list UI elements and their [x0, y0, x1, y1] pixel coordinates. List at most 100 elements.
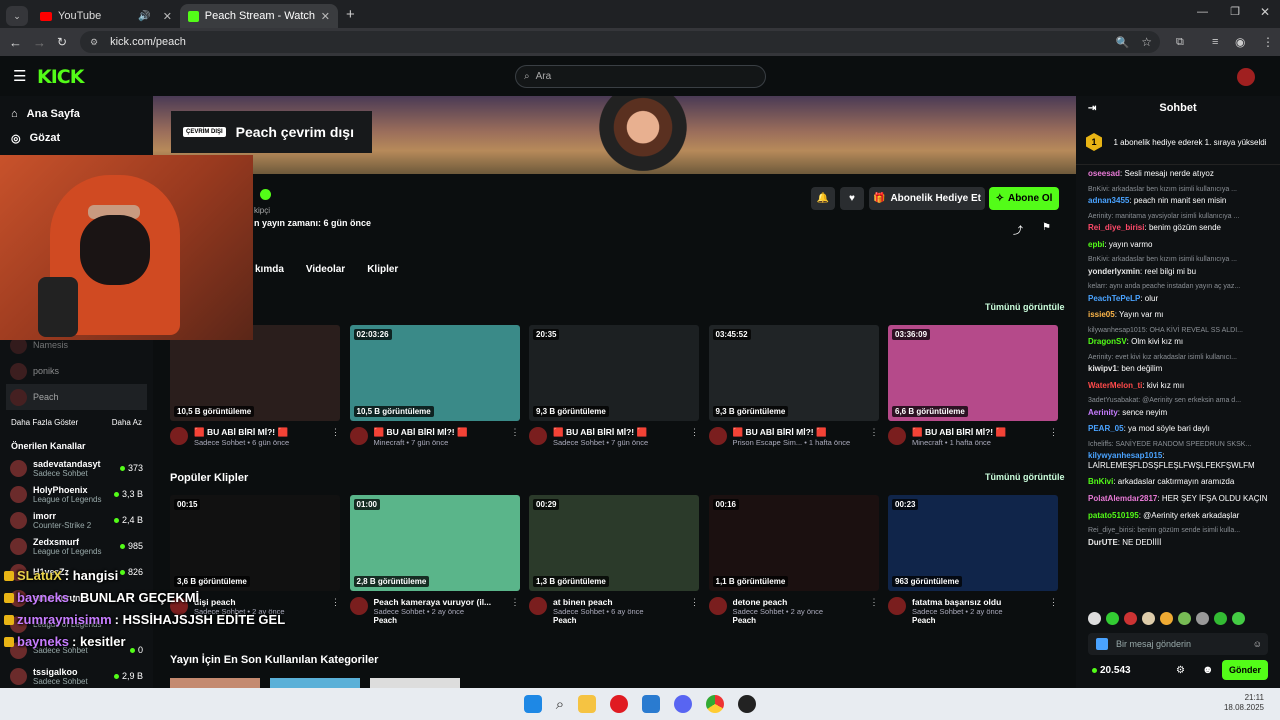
video-card[interactable]: 03:45:52 9,3 B görüntüleme 🟥 BU ABİ BİRİ M… [708, 325, 879, 447]
video-card[interactable]: 03:36:09 6,6 B görüntüleme 🟥 BU ABİ BİRİ M… [888, 325, 1058, 447]
url-field[interactable]: ⚙ kick.com/peach 🔍 ☆ [80, 31, 1160, 53]
emote-icon[interactable] [1088, 612, 1101, 625]
card-title[interactable]: 🟥 BU ABİ BİRİ Mİ?! 🟥 [553, 427, 683, 438]
chat-username[interactable]: DragonSV [1088, 337, 1127, 346]
clip-card[interactable]: 00:29 1,3 B görüntüleme at binen peach Sade… [529, 495, 699, 625]
chat-username[interactable]: issie05 [1088, 310, 1115, 319]
video-card[interactable]: 20:35 9,3 B görüntüleme 🟥 BU ABİ BİRİ Mİ?!… [529, 325, 699, 447]
emote-icon[interactable] [1106, 612, 1119, 625]
chat-username[interactable]: yonderlyxmin [1088, 267, 1140, 276]
follow-heart-button[interactable]: ♥ [840, 187, 864, 210]
more-options-icon[interactable]: ⋮ [690, 427, 699, 447]
more-options-icon[interactable]: ⋮ [1049, 597, 1058, 625]
emote-icon[interactable] [1196, 612, 1209, 625]
chat-username[interactable]: adnan3455 [1088, 196, 1129, 205]
clip-card[interactable]: 00:16 1,1 B görüntüleme detone peach Sadece… [708, 495, 879, 625]
nav-browse[interactable]: ◎ Gözat [0, 126, 153, 150]
thumbnail[interactable]: 00:29 1,3 B görüntüleme [529, 495, 699, 591]
thumbnail[interactable]: 01:00 2,8 B görüntüleme [349, 495, 520, 591]
channel-avatar[interactable] [708, 597, 727, 615]
emote-icon[interactable] [1178, 612, 1191, 625]
zoom-icon[interactable]: 🔍 [1116, 36, 1130, 49]
search-taskbar-icon[interactable]: ⌕ [556, 696, 564, 713]
emote-icon[interactable] [1142, 612, 1155, 625]
store-icon[interactable] [642, 695, 661, 713]
subscribe-button[interactable]: ✧ Abone Ol [989, 187, 1059, 210]
chat-username[interactable]: BnKivi [1088, 477, 1113, 486]
category-card[interactable] [170, 678, 260, 688]
clip-card[interactable]: 00:23 963 görüntüleme fatatma başarısız ol… [888, 495, 1058, 625]
chat-username[interactable]: patato510195 [1088, 511, 1139, 520]
category-card[interactable] [370, 678, 460, 688]
media-icon[interactable]: ≡ [1212, 36, 1218, 48]
video-card[interactable]: 10,5 B görüntüleme 🟥 BU ABİ BİRİ Mİ?! 🟥 Sa… [170, 325, 340, 447]
app-icon[interactable] [738, 695, 757, 713]
gift-sub-button[interactable]: 🎁 Abonelik Hediye Et [869, 187, 985, 210]
taskbar-clock[interactable]: 21:11 18.08.2025 [1224, 693, 1264, 714]
windows-start-icon[interactable] [523, 695, 542, 713]
thumbnail[interactable]: 03:36:09 6,6 B görüntüleme [888, 325, 1058, 421]
clips-see-all-link[interactable]: Tümünü görüntüle [985, 472, 1064, 482]
nav-home[interactable]: ⌂ Ana Sayfa [0, 102, 153, 126]
channel-avatar[interactable] [170, 427, 188, 445]
maximize-button[interactable]: ❐ [1230, 5, 1240, 18]
extensions-icon[interactable]: ⧉ [1176, 36, 1184, 49]
tab-videos[interactable]: Videolar [306, 264, 345, 275]
card-title[interactable]: 🟥 BU ABİ BİRİ Mİ?! 🟥 [374, 427, 504, 438]
thumbnail[interactable]: 20:35 9,3 B görüntüleme [529, 325, 699, 421]
notification-bell-button[interactable]: 🔔 [811, 187, 835, 210]
clip-card[interactable]: 01:00 2,8 B görüntüleme Peach kameraya vur… [349, 495, 520, 625]
chat-username[interactable]: epbi [1088, 240, 1104, 249]
chat-username[interactable]: Rei_diye_birisi [1088, 223, 1144, 232]
tab-about[interactable]: kımda [255, 264, 284, 275]
more-options-icon[interactable]: ⋮ [511, 427, 520, 447]
videos-see-all-link[interactable]: Tümünü görüntüle [985, 302, 1064, 312]
tab-youtube[interactable]: YouTube 🔊 ✕ [32, 4, 180, 28]
close-window-button[interactable]: ✕ [1260, 5, 1270, 19]
channel-points[interactable]: 20.543 [1092, 665, 1131, 676]
tab-search-button[interactable]: ⌄ [6, 6, 28, 26]
following-item[interactable]: poniks [0, 358, 153, 384]
recommended-channel[interactable]: sadevatandasyt Sadece Sohbet 373 [0, 455, 153, 481]
card-author[interactable]: Peach [553, 616, 683, 625]
more-options-icon[interactable]: ⋮ [1049, 427, 1058, 447]
card-title[interactable]: 🟥 BU ABİ BİRİ Mİ?! 🟥 [194, 427, 324, 438]
channel-avatar[interactable] [708, 427, 727, 445]
channel-avatar[interactable] [888, 597, 906, 615]
chat-username[interactable]: oseesad [1088, 169, 1120, 178]
card-title[interactable]: 🟥 BU ABİ BİRİ Mİ?! 🟥 [733, 427, 863, 438]
card-title[interactable]: dişi peach [194, 597, 324, 607]
video-card[interactable]: 02:03:26 10,5 B görüntüleme 🟥 BU ABİ BİRİ … [349, 325, 520, 447]
channel-avatar[interactable] [349, 597, 368, 615]
more-options-icon[interactable]: ⋮ [870, 427, 879, 447]
emoji-icon[interactable]: ☺ [1253, 639, 1262, 649]
hamburger-menu-icon[interactable]: ☰ [13, 67, 26, 85]
chat-username[interactable]: PEAR_05 [1088, 424, 1124, 433]
channel-avatar[interactable] [888, 427, 906, 445]
more-options-icon[interactable]: ⋮ [331, 597, 340, 616]
kick-logo[interactable]: KICK [37, 66, 84, 88]
emote-icon[interactable] [1124, 612, 1137, 625]
card-author[interactable]: Peach [733, 616, 863, 625]
chat-username[interactable]: PeachTePeLP [1088, 294, 1140, 303]
thumbnail[interactable]: 02:03:26 10,5 B görüntüleme [349, 325, 520, 421]
show-less-link[interactable]: Daha Az [112, 418, 142, 427]
opera-icon[interactable] [610, 695, 629, 713]
close-tab-icon[interactable]: ✕ [163, 10, 172, 23]
recommended-channel[interactable]: Zedxsmurf League of Legends 985 [0, 533, 153, 559]
bookmark-star-icon[interactable]: ☆ [1141, 35, 1152, 49]
category-card[interactable] [270, 678, 360, 688]
card-title[interactable]: at binen peach [553, 597, 683, 607]
tab-clips[interactable]: Klipler [367, 264, 398, 275]
chat-username[interactable]: PolatAlemdar2817 [1088, 494, 1157, 503]
minimize-button[interactable]: — [1197, 6, 1208, 18]
channel-avatar[interactable] [349, 427, 368, 445]
collapse-chat-icon[interactable]: ⇥ [1088, 103, 1096, 114]
following-item-active[interactable]: Peach [6, 384, 147, 410]
chat-users-icon[interactable]: ☻ [1202, 664, 1214, 676]
profile-icon[interactable]: ◉ [1235, 35, 1245, 49]
card-title[interactable]: fatatma başarısız oldu [912, 597, 1042, 607]
more-options-icon[interactable]: ⋮ [690, 597, 699, 625]
more-options-icon[interactable]: ⋮ [870, 597, 879, 625]
chat-username[interactable]: DurUTE [1088, 538, 1118, 547]
